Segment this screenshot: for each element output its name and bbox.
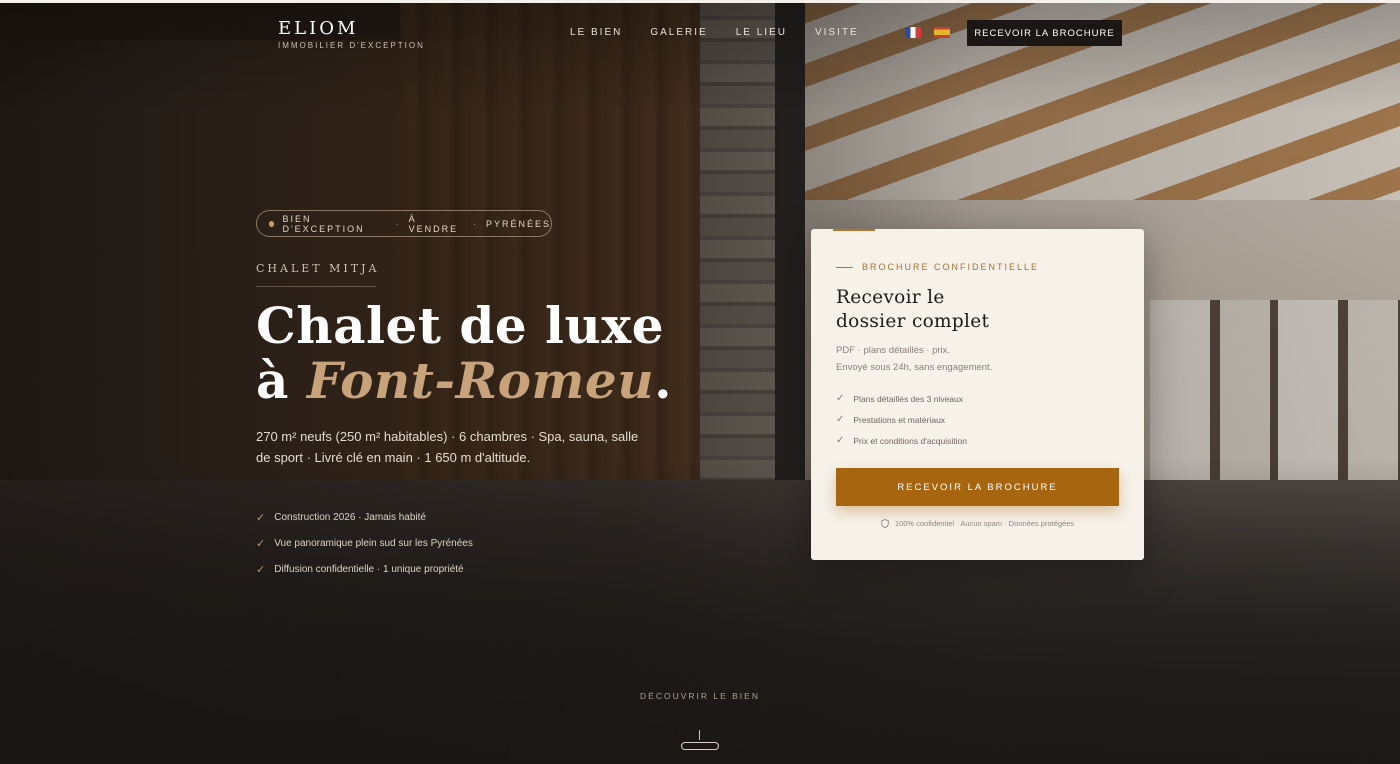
hero-title-accent: Font-Romeu bbox=[306, 351, 655, 410]
hero-title-line1: Chalet de luxe bbox=[256, 296, 665, 355]
feature-label: Construction 2026 · Jamais habité bbox=[274, 512, 426, 523]
privacy-label: 100% confidentiel · Aucun spam · Données… bbox=[894, 519, 1075, 528]
header-brochure-button[interactable]: RECEVOIR LA BROCHURE bbox=[967, 20, 1122, 46]
check-icon: ✓ bbox=[836, 393, 845, 404]
privacy-note: 100% confidentiel · Aucun spam · Données… bbox=[811, 519, 1144, 528]
feature-label: Vue panoramique plein sud sur les Pyréné… bbox=[274, 538, 473, 549]
card-list-item: ✓ Plans détaillés des 3 niveaux bbox=[836, 393, 963, 404]
brand-tagline: IMMOBILIER D'EXCEPTION bbox=[278, 41, 425, 50]
card-subtitle: PDF · plans détaillés · prix. Envoyé sou… bbox=[836, 342, 992, 376]
hero-title-prefix: à bbox=[256, 351, 307, 410]
flag-es-icon[interactable] bbox=[934, 27, 950, 38]
check-icon: ✓ bbox=[256, 512, 266, 524]
scroll-indicator-icon[interactable] bbox=[681, 742, 719, 750]
card-eyebrow-label: BROCHURE CONFIDENTIELLE bbox=[862, 262, 1040, 272]
flag-fr-icon[interactable] bbox=[905, 27, 921, 38]
hero-background bbox=[0, 0, 1400, 764]
check-icon: ✓ bbox=[836, 435, 845, 446]
card-accent-bar bbox=[833, 229, 875, 231]
card-list-item: ✓ Prix et conditions d'acquisition bbox=[836, 435, 967, 446]
hero-lead: 270 m² neufs (250 m² habitables) · 6 cha… bbox=[256, 429, 639, 465]
tag-pyrenees: PYRÉNÉES bbox=[485, 218, 552, 229]
tag-separator: · bbox=[472, 218, 478, 229]
card-list-label: Prix et conditions d'acquisition bbox=[853, 435, 967, 446]
nav-item-galerie[interactable]: GALERIE bbox=[650, 27, 707, 38]
hero-title: Chalet de luxe à Font-Romeu. bbox=[256, 298, 672, 408]
card-list-label: Prestations et matériaux bbox=[853, 414, 946, 425]
scroll-line bbox=[699, 730, 700, 740]
property-name: CHALET MITJA bbox=[256, 262, 380, 275]
card-eyebrow: BROCHURE CONFIDENTIELLE bbox=[836, 262, 1039, 272]
card-title-line2: dossier complet bbox=[836, 311, 990, 332]
property-tags-pill: BIEN D'EXCEPTION · À VENDRE · PYRÉNÉES bbox=[256, 210, 552, 237]
tag-a-vendre: À VENDRE bbox=[408, 213, 459, 234]
feature-item: ✓ Vue panoramique plein sud sur les Pyré… bbox=[256, 537, 473, 550]
hero-title-suffix: . bbox=[654, 351, 673, 410]
card-list-item: ✓ Prestations et matériaux bbox=[836, 414, 945, 425]
overlay-bottom bbox=[0, 0, 1400, 764]
card-list-label: Plans détaillés des 3 niveaux bbox=[853, 393, 964, 404]
brand-name: ELIOM bbox=[278, 18, 359, 39]
shield-icon bbox=[881, 519, 889, 528]
kicker-divider bbox=[256, 286, 376, 287]
main-nav: LE BIEN GALERIE LE LIEU VISITE bbox=[570, 27, 859, 38]
check-icon: ✓ bbox=[836, 414, 845, 425]
feature-item: ✓ Diffusion confidentielle · 1 unique pr… bbox=[256, 563, 464, 576]
card-subtitle-line2: Envoyé sous 24h, sans engagement. bbox=[836, 362, 993, 373]
brochure-submit-button[interactable]: RECEVOIR LA BROCHURE bbox=[836, 468, 1119, 506]
tag-exception: BIEN D'EXCEPTION bbox=[282, 213, 365, 234]
nav-item-visite[interactable]: VISITE bbox=[815, 27, 859, 38]
nav-item-le-bien[interactable]: LE BIEN bbox=[570, 27, 622, 38]
brand-logo[interactable]: ELIOM IMMOBILIER D'EXCEPTION bbox=[278, 18, 425, 50]
dot-icon bbox=[269, 220, 275, 227]
check-icon: ✓ bbox=[256, 564, 266, 576]
top-border bbox=[0, 0, 1400, 3]
feature-label: Diffusion confidentielle · 1 unique prop… bbox=[274, 564, 464, 575]
card-title-line1: Recevoir le bbox=[836, 287, 945, 308]
check-icon: ✓ bbox=[256, 538, 266, 550]
card-title: Recevoir le dossier complet bbox=[836, 286, 989, 334]
eyebrow-line bbox=[836, 266, 853, 268]
brochure-card: BROCHURE CONFIDENTIELLE Recevoir le doss… bbox=[811, 229, 1144, 560]
feature-item: ✓ Construction 2026 · Jamais habité bbox=[256, 511, 426, 524]
tag-separator: · bbox=[395, 218, 401, 229]
card-subtitle-line1: PDF · plans détaillés · prix. bbox=[836, 345, 951, 356]
discover-link[interactable]: DÉCOUVRIR LE BIEN bbox=[0, 691, 1400, 701]
nav-item-le-lieu[interactable]: LE LIEU bbox=[736, 27, 787, 38]
